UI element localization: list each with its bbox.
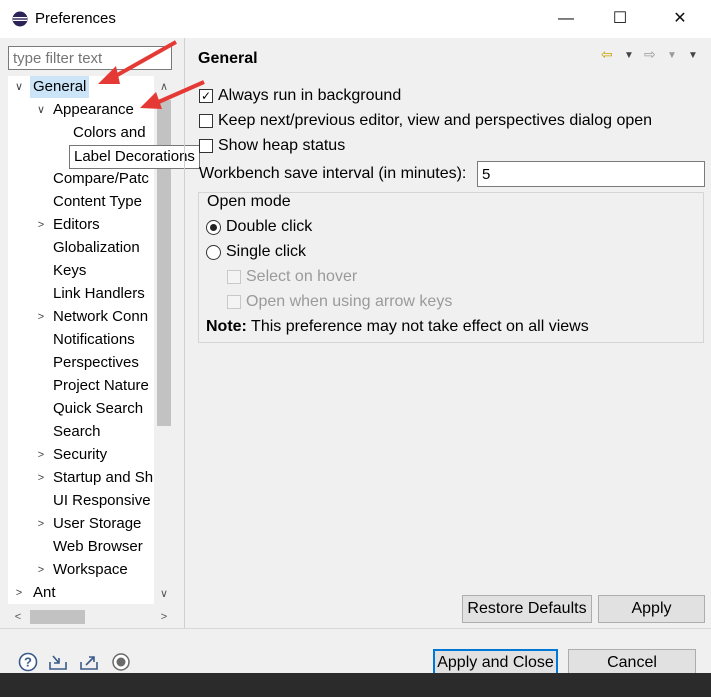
annotation-arrow-general (98, 40, 177, 84)
annotation-arrows (98, 40, 205, 109)
annotation-arrow-appearance (140, 80, 205, 109)
